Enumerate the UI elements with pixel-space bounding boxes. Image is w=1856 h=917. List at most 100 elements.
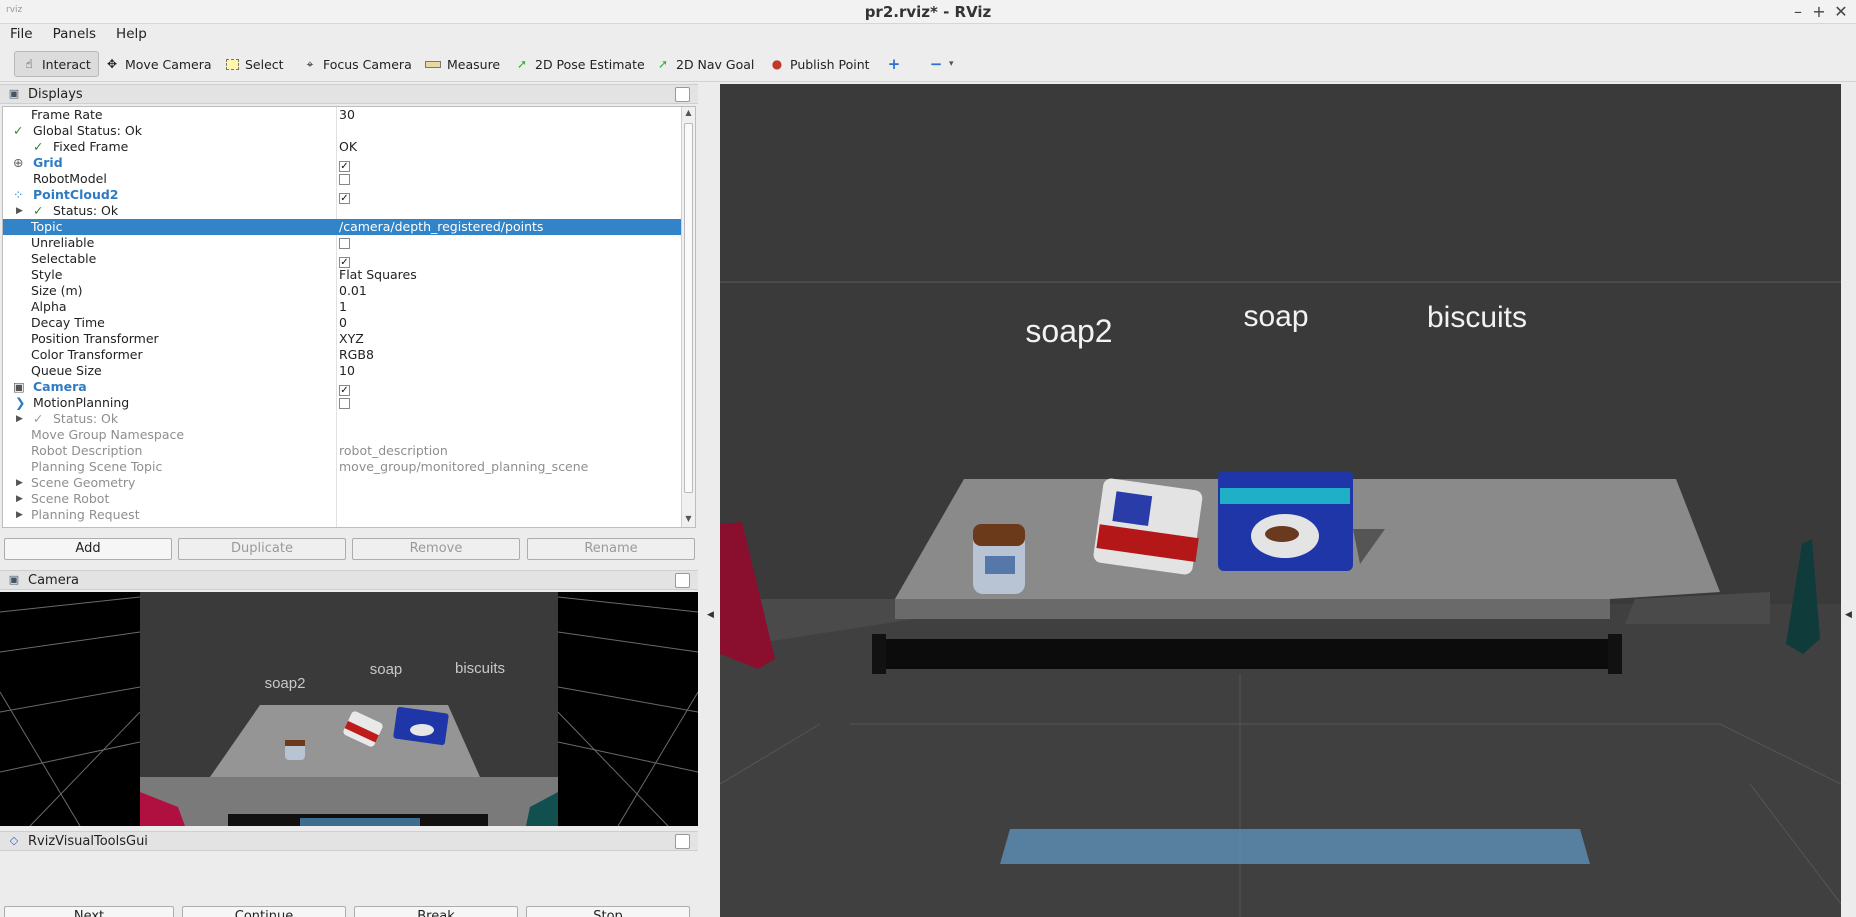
rename-display-button[interactable]: Rename (527, 538, 695, 560)
expand-arrow-icon[interactable]: ▶ (16, 507, 23, 523)
displays-scrollbar[interactable]: ▲ ▼ (681, 107, 695, 527)
tree-row-motion-planning[interactable]: ❯ MotionPlanning (3, 395, 683, 411)
scrollbar-thumb[interactable] (684, 123, 693, 493)
tree-row-decay-time[interactable]: Decay Time 0 (3, 315, 683, 331)
remove-display-button[interactable]: Remove (352, 538, 520, 560)
tree-row-size[interactable]: Size (m) 0.01 (3, 283, 683, 299)
scroll-up-icon[interactable]: ▲ (682, 108, 695, 120)
tree-row-grid[interactable]: ⊕ Grid ✓ (3, 155, 683, 172)
row-value[interactable]: robot_description (339, 443, 448, 459)
tree-row-alpha[interactable]: Alpha 1 (3, 299, 683, 315)
minimize-button[interactable]: – (1788, 2, 1808, 21)
tree-row-frame-rate[interactable]: Frame Rate 30 (3, 107, 683, 123)
panel-float-button[interactable] (675, 87, 690, 102)
tool-label: 2D Nav Goal (676, 56, 755, 72)
close-window-button[interactable]: ✕ (1831, 2, 1851, 21)
duplicate-display-button[interactable]: Duplicate (178, 538, 346, 560)
tree-row-queue-size[interactable]: Queue Size 10 (3, 363, 683, 379)
3d-scene: soap2 soap biscuits (720, 281, 1841, 917)
robot-model-enabled-checkbox[interactable] (339, 174, 350, 185)
row-value[interactable]: 0 (339, 315, 347, 331)
right-side-table (1625, 592, 1770, 624)
tree-row-selectable[interactable]: Selectable ✓ (3, 251, 683, 268)
break-button[interactable]: Break (354, 906, 518, 917)
expand-arrow-icon[interactable]: ▶ (16, 203, 23, 219)
tree-row-global-status[interactable]: ✓ Global Status: Ok (3, 123, 683, 139)
expand-arrow-icon[interactable]: ▶ (16, 475, 23, 491)
remove-tool-button[interactable]: − ▾ (922, 51, 961, 77)
tool-move-camera[interactable]: ✥ Move Camera (98, 51, 219, 77)
menu-panels[interactable]: Panels (43, 24, 106, 42)
nav-goal-icon: ➚ (657, 57, 669, 71)
tree-row-topic[interactable]: Topic /camera/depth_registered/points (3, 219, 683, 235)
unreliable-checkbox[interactable] (339, 238, 350, 249)
tree-row-planning-request[interactable]: ▶ Planning Request (3, 507, 683, 523)
tree-row-fixed-frame[interactable]: ✓ Fixed Frame OK (3, 139, 683, 155)
collapse-left-icon[interactable]: ◀ (707, 610, 714, 620)
motion-planning-enabled-checkbox[interactable] (339, 398, 350, 409)
tool-focus-camera[interactable]: ⌖ Focus Camera (296, 51, 419, 77)
add-tool-button[interactable]: + (880, 51, 908, 77)
tree-row-scene-geometry[interactable]: ▶ Scene Geometry (3, 475, 683, 491)
tool-2d-pose-estimate[interactable]: ➚ 2D Pose Estimate (508, 51, 652, 77)
next-button[interactable]: Next (4, 906, 174, 917)
displays-panel-title: Displays (28, 86, 83, 102)
row-label: Status: Ok (53, 411, 119, 426)
panel-float-button[interactable] (675, 834, 690, 849)
menu-help[interactable]: Help (106, 24, 157, 42)
topic-value[interactable]: /camera/depth_registered/points (339, 219, 543, 235)
camera-image-view[interactable]: soap2 soap biscuits (0, 592, 698, 826)
scroll-down-icon[interactable]: ▼ (682, 514, 695, 526)
row-value[interactable]: Flat Squares (339, 267, 417, 283)
tree-row-camera[interactable]: ▣ Camera ✓ (3, 379, 683, 396)
stop-button[interactable]: Stop (526, 906, 690, 917)
row-value[interactable]: 1 (339, 299, 347, 315)
panel-float-button[interactable] (675, 573, 690, 588)
tree-row-robot-description[interactable]: Robot Description robot_description (3, 443, 683, 459)
tree-row-position-transformer[interactable]: Position Transformer XYZ (3, 331, 683, 347)
tool-interact[interactable]: ☝ Interact (14, 51, 99, 77)
diamond-icon: ◇ (9, 834, 19, 847)
tool-2d-nav-goal[interactable]: ➚ 2D Nav Goal (649, 51, 761, 77)
add-display-button[interactable]: Add (4, 538, 172, 560)
row-label: PointCloud2 (33, 187, 119, 202)
monitor-icon: ▣ (8, 87, 20, 100)
continue-button[interactable]: Continue (182, 906, 346, 917)
tree-row-color-transformer[interactable]: Color Transformer RGB8 (3, 347, 683, 363)
row-value[interactable]: 0.01 (339, 283, 367, 299)
3d-viewport[interactable]: soap2 soap biscuits (720, 84, 1841, 917)
row-value[interactable]: RGB8 (339, 347, 374, 363)
robot-bar (872, 639, 1622, 669)
row-value[interactable]: 10 (339, 363, 355, 379)
right-dock-edge[interactable]: ◀ (1841, 84, 1856, 917)
collapse-right-icon[interactable]: ◀ (1845, 610, 1852, 620)
dock-splitter[interactable]: ◀ (700, 84, 720, 917)
tree-row-pointcloud-status[interactable]: ▶ ✓ Status: Ok (3, 203, 683, 219)
check-icon: ✓ (33, 411, 44, 426)
tree-row-pointcloud2[interactable]: ⁘ PointCloud2 ✓ (3, 187, 683, 204)
displays-tree[interactable]: Frame Rate 30 ✓ Global Status: Ok ✓ Fixe… (2, 106, 696, 528)
tool-measure[interactable]: Measure (418, 51, 507, 77)
row-label: Move Group Namespace (31, 427, 185, 442)
tree-row-style[interactable]: Style Flat Squares (3, 267, 683, 283)
row-value[interactable]: 30 (339, 107, 355, 123)
tree-row-scene-robot[interactable]: ▶ Scene Robot (3, 491, 683, 507)
tree-row-robot-model[interactable]: RobotModel (3, 171, 683, 187)
row-value[interactable]: XYZ (339, 331, 364, 347)
tree-row-unreliable[interactable]: Unreliable (3, 235, 683, 251)
expand-arrow-icon[interactable]: ▶ (16, 491, 23, 507)
tool-publish-point[interactable]: ● Publish Point (763, 51, 877, 77)
tree-row-motion-planning-status[interactable]: ▶ ✓ Status: Ok (3, 411, 683, 427)
row-label: Position Transformer (31, 331, 159, 346)
menu-file[interactable]: File (0, 24, 43, 42)
row-label: Alpha (31, 299, 67, 314)
displays-panel-header: ▣ Displays (0, 84, 698, 104)
tree-row-move-group-namespace[interactable]: Move Group Namespace (3, 427, 683, 443)
tree-row-planning-scene-topic[interactable]: Planning Scene Topic move_group/monitore… (3, 459, 683, 475)
maximize-button[interactable]: + (1809, 2, 1829, 21)
row-value[interactable]: move_group/monitored_planning_scene (339, 459, 588, 475)
expand-arrow-icon[interactable]: ▶ (16, 411, 23, 427)
tool-select[interactable]: Select (219, 51, 291, 77)
row-label: Scene Geometry (31, 475, 136, 490)
row-label: Robot Description (31, 443, 143, 458)
